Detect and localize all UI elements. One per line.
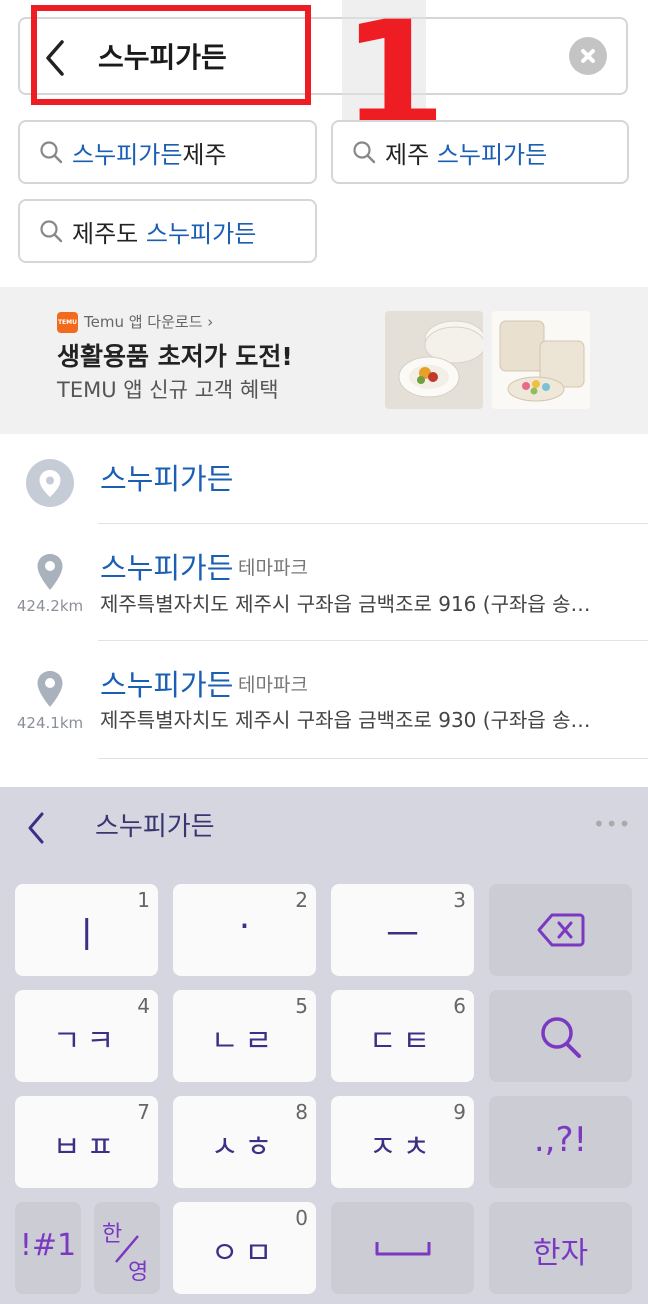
result-address: 제주특별자치도 제주시 구좌읍 금백조로 930 (구좌읍 송… [100,708,591,732]
suggestion-chip[interactable]: 스누피가든 제주 [18,120,317,184]
key-g-k[interactable]: 4 ㄱㅋ [15,990,158,1082]
search-icon [40,141,63,164]
clear-search-icon[interactable] [569,37,607,75]
distance-label: 424.2km [16,597,84,615]
result-address: 제주특별자치도 제주시 구좌읍 금백조로 916 (구좌읍 송… [100,592,591,616]
symbols-key[interactable]: !#1 [15,1202,81,1294]
location-pin-icon [26,459,74,507]
suggestion-text: 제주도 [72,219,139,248]
annotation-box [31,5,311,105]
backspace-key[interactable] [489,884,632,976]
ad-product-image [385,311,483,409]
search-key[interactable] [489,990,632,1082]
more-options-icon[interactable]: ••• [593,812,631,836]
ad-subtitle: TEMU 앱 신규 고객 혜택 [57,378,279,402]
result-title[interactable]: 스누피가든 [100,666,233,704]
keyboard-composition: 스누피가든 [95,812,215,842]
temu-logo: TEMU [57,312,78,333]
ad-brand-link[interactable]: Temu 앱 다운로드 › [84,312,213,333]
key-i[interactable]: 1 ㅣ [15,884,158,976]
key-s-h[interactable]: 8 ㅅㅎ [173,1096,316,1188]
search-icon [40,220,63,243]
key-d-t[interactable]: 6 ㄷㅌ [331,990,474,1082]
suggestion-chip[interactable]: 제주도 스누피가든 [18,199,317,263]
hanja-key[interactable]: 한자 [489,1202,632,1294]
distance-label: 424.1km [16,714,84,732]
suggestion-text: 제주 [385,140,430,169]
key-n-r[interactable]: 5 ㄴㄹ [173,990,316,1082]
divider [98,640,648,641]
keyboard-back-button[interactable] [22,808,52,848]
location-pin-icon [35,669,65,709]
result-title[interactable]: 스누피가든 [100,460,233,498]
result-category: 테마파크 [238,674,308,696]
suggestion-highlight: 스누피가든 [145,219,257,248]
punctuation-key[interactable]: .,?! [489,1096,632,1188]
result-category: 테마파크 [238,557,308,579]
key-eu[interactable]: 3 ㅡ [331,884,474,976]
backspace-icon [537,913,585,947]
divider [98,758,648,759]
suggestion-highlight: 스누피가든 [72,140,183,169]
search-icon [541,1017,581,1058]
location-pin-icon [35,552,65,592]
space-icon [375,1242,431,1256]
suggestion-highlight: 스누피가든 [436,140,548,169]
ad-title: 생활용품 초저가 도전! [57,342,293,371]
chevron-left-icon [28,812,44,844]
language-toggle-key[interactable]: 한 영 [94,1202,160,1294]
key-b-p[interactable]: 7 ㅂㅍ [15,1096,158,1188]
divider [98,523,648,524]
result-title[interactable]: 스누피가든 [100,549,233,587]
space-key[interactable] [331,1202,474,1294]
key-j-ch[interactable]: 9 ㅈㅊ [331,1096,474,1188]
search-icon [353,141,376,164]
suggestion-text: 제주 [182,140,227,169]
key-dot[interactable]: 2 · [173,884,316,976]
suggestion-chip[interactable]: 제주 스누피가든 [331,120,629,184]
key-ng-m[interactable]: 0 ㅇㅁ [173,1202,316,1294]
ad-product-image [492,311,590,409]
